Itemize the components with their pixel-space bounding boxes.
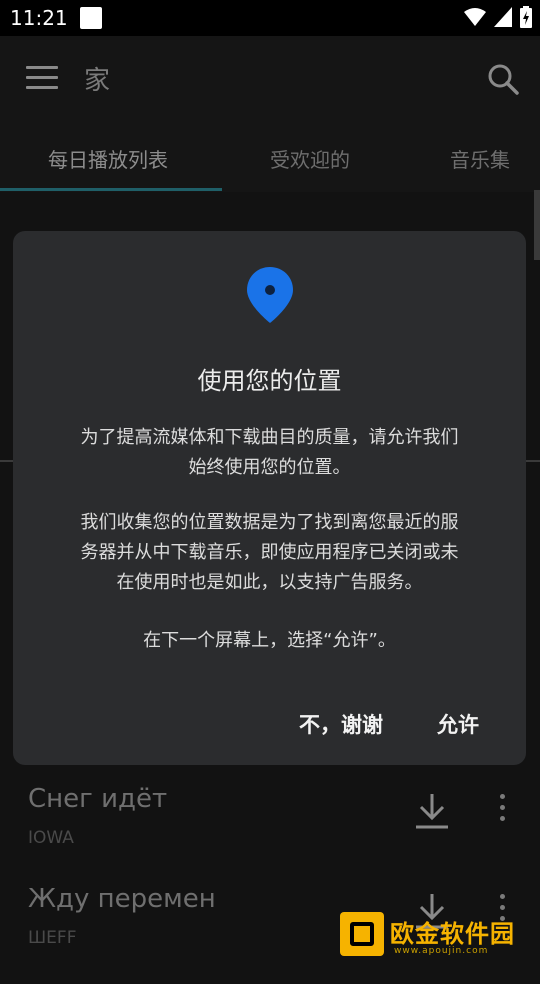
page-title: 家 [84,66,111,96]
notification-icon [80,7,102,29]
allow-button[interactable]: 允许 [437,709,479,739]
divider [0,460,14,462]
dialog-line: 为了提高流媒体和下载曲目的质量，请允许我们 [80,427,459,448]
deny-button[interactable]: 不，谢谢 [299,709,383,739]
hamburger-menu-icon[interactable] [26,66,58,90]
tab-popular[interactable]: 受欢迎的 [270,144,350,173]
tab-indicator [0,188,222,191]
signal-icon [494,7,512,27]
divider [526,460,540,462]
status-time: 11:21 [10,6,68,30]
song-title: Снег идёт [28,784,168,814]
battery-icon [520,6,532,28]
song-title: Жду перемен [28,884,216,914]
app-bar: 家 [0,36,540,122]
status-bar: 11:21 [0,0,540,36]
location-permission-dialog: 使用您的位置 为了提高流媒体和下载曲目的质量，请允许我们 始终使用您的位置。 我… [13,231,526,765]
watermark-url: www.apoujin.com [394,946,489,956]
dialog-line: 在使用时也是如此，以支持广告服务。 [116,572,423,593]
system-icons [464,6,532,28]
song-artist: ШEFF [28,928,77,948]
dialog-line: 始终使用您的位置。 [188,457,351,478]
dialog-paragraph-2: 我们收集您的位置数据是为了找到离您最近的服 务器并从中下载音乐，即使应用程序已关… [43,508,496,598]
dialog-line: 务器并从中下载音乐，即使应用程序已关闭或未 [80,542,459,563]
dialog-line: 我们收集您的位置数据是为了找到离您最近的服 [80,512,459,533]
wifi-icon [464,8,486,26]
song-artist: IOWA [28,828,74,848]
more-options-icon[interactable] [497,794,507,826]
search-icon[interactable] [486,62,520,96]
download-icon[interactable] [412,790,452,830]
watermark: 欧金软件园 www.apoujin.com [338,910,538,960]
tab-daily-playlist[interactable]: 每日播放列表 [48,144,168,173]
tab-bar: 每日播放列表 受欢迎的 音乐集 [0,122,540,192]
dialog-paragraph-1: 为了提高流媒体和下载曲目的质量，请允许我们 始终使用您的位置。 [43,423,496,483]
watermark-logo-icon [340,912,384,956]
scrollbar[interactable] [534,190,540,260]
watermark-text: 欧金软件园 [390,920,515,948]
location-pin-icon [247,267,293,323]
tab-albums[interactable]: 音乐集 [450,144,510,173]
dialog-title: 使用您的位置 [197,367,342,395]
list-item[interactable]: Снег идёт IOWA [0,784,540,884]
dialog-paragraph-3: 在下一个屏幕上，选择“允许”。 [143,630,396,651]
